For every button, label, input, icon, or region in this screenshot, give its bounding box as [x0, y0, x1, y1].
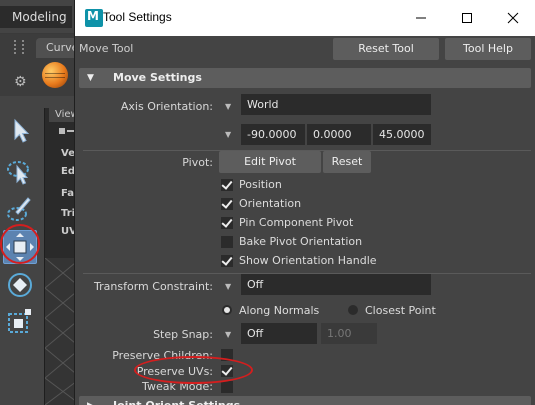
pin-component-pivot-label: Pin Component Pivot: [239, 216, 354, 229]
chevron-down-icon[interactable]: ▼: [225, 102, 231, 111]
lasso-tool-button[interactable]: [3, 154, 37, 188]
select-tool-button[interactable]: [3, 114, 37, 148]
chevron-down-icon[interactable]: ▼: [225, 130, 231, 139]
maximize-button[interactable]: [444, 0, 490, 36]
edit-pivot-button[interactable]: Edit Pivot: [219, 151, 321, 173]
menu-set-dropdown[interactable]: Modeling: [0, 6, 72, 28]
scale-icon: [8, 309, 31, 333]
step-snap-dropdown[interactable]: Off: [241, 323, 317, 344]
menu-set-bar: Modeling: [0, 0, 80, 34]
move-tool-highlight-ring: [0, 224, 40, 264]
orientation-checkbox[interactable]: [221, 198, 233, 210]
preserve-uvs-highlight-ring: [134, 356, 253, 384]
axis-orientation-dropdown[interactable]: World: [241, 94, 431, 115]
chevron-down-icon[interactable]: ▼: [225, 330, 231, 339]
show-orientation-handle-label: Show Orientation Handle: [239, 254, 377, 267]
position-label: Position: [239, 178, 282, 191]
axis-y-field[interactable]: 0.0000: [307, 124, 371, 145]
transform-constraint-dropdown[interactable]: Off: [241, 274, 431, 295]
maximize-icon: [462, 13, 472, 23]
gear-icon[interactable]: ⚙: [14, 74, 27, 90]
tiles-icon: [59, 128, 75, 134]
expand-arrow-icon: ▶: [87, 396, 94, 405]
tweak-mode-checkbox[interactable]: [221, 381, 233, 393]
closest-point-label: Closest Point: [365, 304, 436, 317]
section-title: Joint Orient Settings: [113, 396, 240, 405]
poly-sphere-icon[interactable]: [42, 62, 68, 88]
minimize-icon: [416, 17, 426, 19]
closest-point-radio[interactable]: [348, 305, 358, 315]
lasso-icon: [7, 161, 29, 185]
rotate-tool-button[interactable]: [3, 268, 37, 302]
shelf-drag-handle-icon[interactable]: [14, 40, 24, 54]
move-settings-section-header[interactable]: ▼ Move Settings: [79, 68, 531, 88]
step-snap-label: Step Snap:: [153, 328, 213, 341]
title-bar: M Tool Settings: [75, 0, 535, 36]
bake-pivot-orientation-label: Bake Pivot Orientation: [239, 235, 363, 248]
pivot-label: Pivot:: [182, 156, 213, 169]
settings-scroll-area[interactable]: ▼ Move Settings Axis Orientation: ▼ Worl…: [75, 62, 535, 405]
along-normals-radio[interactable]: [222, 305, 232, 315]
orientation-label: Orientation: [239, 197, 302, 210]
maya-app-icon: M: [85, 9, 103, 27]
section-title: Move Settings: [113, 71, 202, 84]
position-checkbox[interactable]: [221, 179, 233, 191]
scale-tool-button[interactable]: [3, 304, 37, 338]
rotate-icon: [8, 273, 32, 297]
pin-component-pivot-checkbox[interactable]: [221, 217, 233, 229]
expand-arrow-icon: ▼: [87, 73, 94, 83]
paint-select-tool-button[interactable]: [3, 192, 37, 226]
transform-constraint-label: Transform Constraint:: [94, 280, 213, 293]
axis-x-field[interactable]: -90.0000: [241, 124, 305, 145]
along-normals-label: Along Normals: [239, 304, 320, 317]
shelf: ⚙ Curve: [0, 34, 80, 96]
axis-orientation-label: Axis Orientation:: [120, 100, 213, 113]
show-orientation-handle-checkbox[interactable]: [221, 255, 233, 267]
step-snap-amount-field: 1.00: [321, 323, 377, 344]
tool-settings-window: M Tool Settings Move Tool Reset Tool Too…: [74, 0, 535, 405]
arrow-cursor-icon: [14, 118, 30, 143]
bake-pivot-orientation-checkbox[interactable]: [221, 236, 233, 248]
joint-orient-section-header[interactable]: ▶ Joint Orient Settings: [79, 396, 531, 405]
tool-name-label: Move Tool: [79, 42, 134, 55]
reset-pivot-button[interactable]: Reset: [323, 151, 371, 173]
close-button[interactable]: [490, 0, 535, 36]
close-icon: [507, 12, 519, 24]
reset-tool-button[interactable]: Reset Tool: [333, 38, 439, 60]
chevron-down-icon[interactable]: ▼: [225, 282, 231, 291]
window-title: Tool Settings: [103, 10, 172, 24]
tool-help-button[interactable]: Tool Help: [445, 38, 531, 60]
minimize-button[interactable]: [398, 0, 444, 36]
maya-main-window: Modeling ⚙ Curve View Ve Ed Fa Tri UV: [0, 0, 81, 405]
paint-brush-icon: [7, 197, 31, 221]
axis-z-field[interactable]: 45.0000: [373, 124, 431, 145]
